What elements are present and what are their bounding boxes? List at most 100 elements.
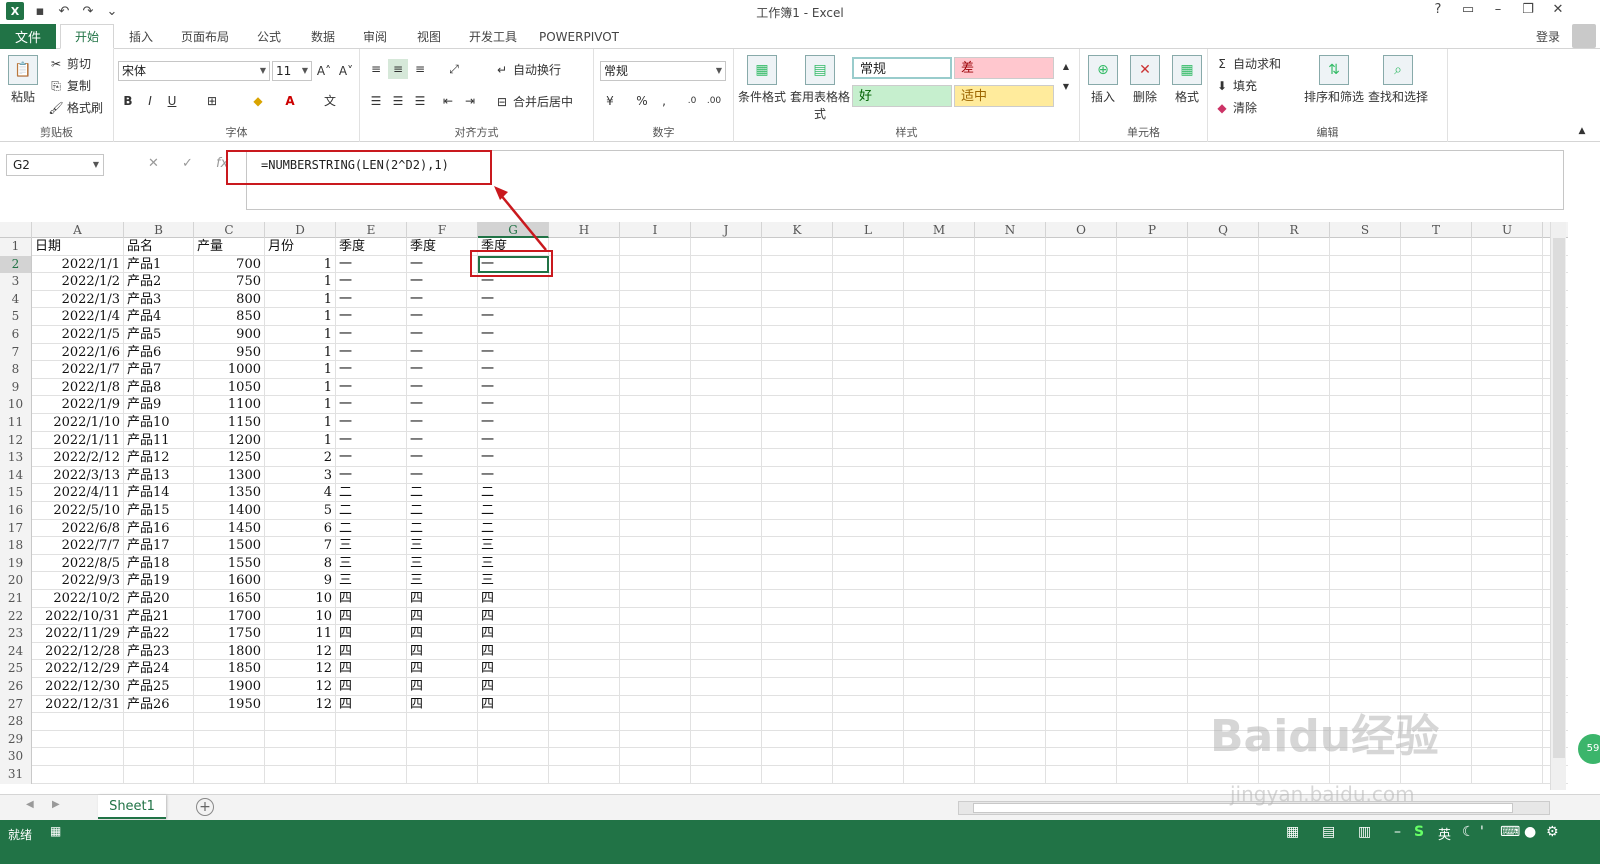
cell-r17[interactable] [1259, 519, 1330, 538]
cell-p24[interactable] [1117, 642, 1188, 661]
cell-a15[interactable]: 2022/4/11 [32, 484, 124, 502]
cell-o9[interactable] [1046, 378, 1117, 397]
cell-u9[interactable] [1472, 378, 1543, 397]
cell-r26[interactable] [1259, 678, 1330, 696]
cell-o13[interactable] [1046, 449, 1117, 467]
cell-g12[interactable]: 一 [478, 431, 549, 450]
cell-p9[interactable] [1117, 378, 1188, 397]
ime-mode[interactable]: 英 [1438, 824, 1451, 843]
cell-t24[interactable] [1401, 642, 1472, 661]
cell-t18[interactable] [1401, 537, 1472, 555]
cell-c20[interactable]: 1600 [194, 572, 265, 590]
cell-a11[interactable]: 2022/1/10 [32, 414, 124, 432]
cell-g5[interactable]: 一 [478, 308, 549, 326]
cell-d7[interactable]: 1 [265, 343, 336, 362]
cell-q17[interactable] [1188, 519, 1259, 538]
cell-m2[interactable] [904, 255, 975, 274]
border-icon[interactable]: ⊞ [202, 91, 222, 111]
cell-l2[interactable] [833, 255, 904, 274]
cell-k7[interactable] [762, 343, 833, 362]
cell-r10[interactable] [1259, 396, 1330, 414]
cell-d23[interactable]: 11 [265, 625, 336, 643]
cell-n17[interactable] [975, 519, 1046, 538]
cell-j18[interactable] [691, 537, 762, 555]
cell-o1[interactable] [1046, 238, 1117, 256]
cell-l31[interactable] [833, 766, 904, 784]
cell-c30[interactable] [194, 748, 265, 766]
column-header-h[interactable]: H [549, 222, 620, 238]
cell-n24[interactable] [975, 642, 1046, 661]
cell-b25[interactable]: 产品24 [124, 660, 194, 678]
merge-center-button[interactable]: ⊟ 合并后居中 [494, 93, 573, 110]
cell-j23[interactable] [691, 625, 762, 643]
cell-l3[interactable] [833, 273, 904, 291]
underline-icon[interactable]: U [162, 91, 182, 111]
cell-r5[interactable] [1259, 308, 1330, 326]
cell-d29[interactable] [265, 730, 336, 749]
cell-h8[interactable] [549, 361, 620, 379]
cell-r31[interactable] [1259, 766, 1330, 784]
cell-e31[interactable] [336, 766, 407, 784]
cell-m1[interactable] [904, 238, 975, 256]
cell-f5[interactable]: 一 [407, 308, 478, 326]
cell-e10[interactable]: 一 [336, 396, 407, 414]
maximize-icon[interactable]: ❐ [1516, 2, 1540, 17]
cell-o8[interactable] [1046, 361, 1117, 379]
cell-d11[interactable]: 1 [265, 414, 336, 432]
cell-r11[interactable] [1259, 414, 1330, 432]
cell-l12[interactable] [833, 431, 904, 450]
cell-j9[interactable] [691, 378, 762, 397]
cell-j6[interactable] [691, 326, 762, 344]
cell-q8[interactable] [1188, 361, 1259, 379]
cell-n12[interactable] [975, 431, 1046, 450]
cell-c25[interactable]: 1850 [194, 660, 265, 678]
cell-p12[interactable] [1117, 431, 1188, 450]
cell-b24[interactable]: 产品23 [124, 642, 194, 661]
cell-s21[interactable] [1330, 590, 1401, 608]
cell-t17[interactable] [1401, 519, 1472, 538]
column-header-d[interactable]: D [265, 222, 336, 238]
fill-color-icon[interactable]: ◆ [248, 91, 268, 111]
cell-i7[interactable] [620, 343, 691, 362]
style-bad[interactable]: 差 [954, 57, 1054, 79]
add-sheet-icon[interactable]: + [196, 798, 214, 816]
cell-i5[interactable] [620, 308, 691, 326]
cell-e15[interactable]: 二 [336, 484, 407, 502]
cell-j27[interactable] [691, 695, 762, 714]
cell-r24[interactable] [1259, 642, 1330, 661]
cell-u22[interactable] [1472, 607, 1543, 626]
cell-h6[interactable] [549, 326, 620, 344]
cell-s9[interactable] [1330, 378, 1401, 397]
cell-i26[interactable] [620, 678, 691, 696]
cell-r14[interactable] [1259, 466, 1330, 485]
font-size-select[interactable]: 11 ▼ [272, 61, 312, 81]
tab-file[interactable]: 文件 [0, 24, 56, 49]
cell-g15[interactable]: 二 [478, 484, 549, 502]
column-header-b[interactable]: B [124, 222, 194, 238]
cell-k18[interactable] [762, 537, 833, 555]
cell-b15[interactable]: 产品14 [124, 484, 194, 502]
cell-k4[interactable] [762, 290, 833, 309]
styles-scroll-down-icon[interactable]: ▼ [1056, 77, 1076, 97]
cell-i6[interactable] [620, 326, 691, 344]
cell-q5[interactable] [1188, 308, 1259, 326]
cell-f9[interactable]: 一 [407, 378, 478, 397]
cell-o10[interactable] [1046, 396, 1117, 414]
cell-g13[interactable]: 一 [478, 449, 549, 467]
cell-l17[interactable] [833, 519, 904, 538]
cell-a8[interactable]: 2022/1/7 [32, 361, 124, 379]
row-header[interactable]: 3 [0, 273, 32, 291]
cell-j15[interactable] [691, 484, 762, 502]
row-header[interactable]: 26 [0, 678, 32, 696]
cell-o29[interactable] [1046, 730, 1117, 749]
cell-p14[interactable] [1117, 466, 1188, 485]
cell-j16[interactable] [691, 502, 762, 520]
cell-l9[interactable] [833, 378, 904, 397]
column-header-p[interactable]: P [1117, 222, 1188, 238]
cell-m25[interactable] [904, 660, 975, 678]
align-left-icon[interactable]: ☰ [366, 91, 386, 111]
cell-c15[interactable]: 1350 [194, 484, 265, 502]
cell-t31[interactable] [1401, 766, 1472, 784]
cell-n2[interactable] [975, 255, 1046, 274]
cancel-icon[interactable]: ✕ [148, 156, 159, 171]
